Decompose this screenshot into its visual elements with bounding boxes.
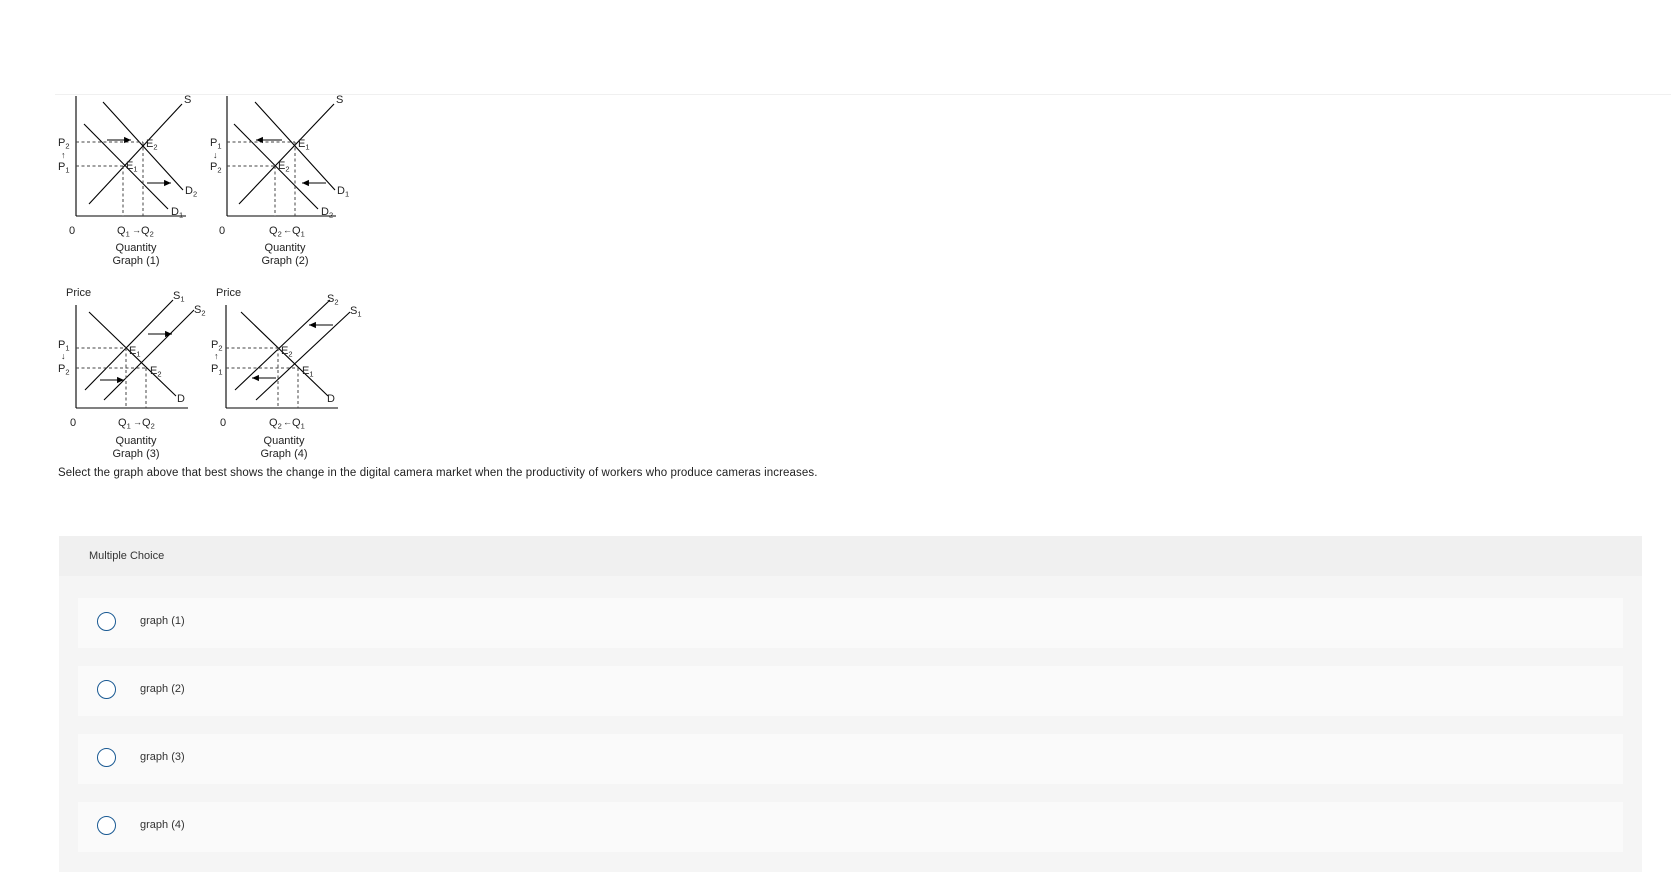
graph-4-eq-lower: E1 [302, 365, 314, 379]
graph-3-eq-lower: E2 [150, 365, 162, 379]
radio-button-icon[interactable] [97, 680, 116, 699]
graph-3: Price P1 ↓ P2 E1 E2 S1 S2 D 0 Q1 → Q2 Qu… [58, 287, 206, 460]
option-graph-4[interactable]: graph (4) [78, 802, 1623, 852]
graph-1-eq-upper: E2 [146, 138, 158, 152]
graph-1-eq-lower: E1 [126, 160, 138, 174]
graph-4-eq-upper: E2 [281, 345, 293, 359]
graph-3-caption: Graph (3) [112, 448, 159, 460]
graph-3-qty-right: Q2 [142, 417, 155, 431]
radio-button-icon[interactable] [97, 748, 116, 767]
option-label: graph (2) [140, 683, 185, 695]
radio-button-icon[interactable] [97, 612, 116, 631]
graph-1-price-high: P2 [58, 137, 70, 151]
supply-demand-figure: P2 ↑ P1 E2 E1 S D2 D1 0 Q1 → Q2 Quantity… [58, 94, 362, 460]
multiple-choice-title: Multiple Choice [89, 550, 165, 562]
graph-1-qty-arrow-glyph: → [132, 225, 141, 235]
graph-1-supply-line [88, 103, 183, 205]
radio-button-icon[interactable] [97, 816, 116, 835]
graph-3-supply-label-s2: S2 [194, 304, 206, 318]
graph-3-price-label: Price [66, 287, 91, 299]
graph-3-axis-label: Quantity [116, 435, 157, 447]
graph-2-eq-upper: E1 [298, 138, 310, 152]
graph-2-supply-label: S [336, 94, 343, 106]
graph-2-price-high: P1 [210, 137, 222, 151]
graph-2-axis-label: Quantity [265, 242, 306, 254]
option-graph-2[interactable]: graph (2) [78, 666, 1623, 716]
graph-4-supply-label-s2: S2 [327, 293, 339, 307]
graph-3-qty-left: Q1 [118, 417, 131, 431]
graph-4-demand-label: D [327, 393, 335, 405]
graph-2-caption: Graph (2) [261, 255, 308, 267]
option-label: graph (1) [140, 615, 185, 627]
graph-3-price-low: P2 [58, 363, 70, 377]
question-text: Select the graph above that best shows t… [58, 467, 818, 479]
graph-4-supply-label-s1: S1 [350, 305, 362, 319]
option-label: graph (3) [140, 751, 185, 763]
graph-4: Price P2 ↑ P1 E2 E1 S2 S1 D 0 Q2 ← Q1 Qu… [211, 287, 362, 460]
graph-3-origin: 0 [70, 417, 76, 429]
graph-2-price-low: P2 [210, 161, 222, 175]
graph-2-origin: 0 [219, 225, 225, 237]
graph-1-qty-right: Q2 [141, 225, 154, 239]
option-label: graph (4) [140, 819, 185, 831]
graph-1-supply-label: S [184, 94, 191, 106]
graph-3-demand-label: D [177, 393, 185, 405]
graph-4-price-arrow-glyph: ↑ [214, 351, 219, 361]
graph-2-demand-label-d2: D2 [321, 206, 333, 220]
graph-2-price-arrow-glyph: ↓ [213, 150, 218, 160]
graph-2: P1 ↓ P2 E1 E2 S D1 D2 0 Q2 ← Q1 Quantity… [210, 94, 349, 267]
option-graph-1[interactable]: graph (1) [78, 598, 1623, 648]
graph-3-price-arrow-glyph: ↓ [61, 351, 66, 361]
graph-1-price-low: P1 [58, 161, 70, 175]
graph-1-demand-label-d2: D2 [185, 185, 197, 199]
graph-2-qty-right: Q1 [292, 225, 305, 239]
graph-1-axis-label: Quantity [116, 242, 157, 254]
graph-4-caption: Graph (4) [260, 448, 307, 460]
graph-2-eq-lower: E2 [278, 160, 290, 174]
graph-3-supply-label-s1: S1 [173, 290, 185, 304]
graph-4-origin: 0 [220, 417, 226, 429]
graph-1-demand-label-d1: D1 [171, 206, 183, 220]
graph-3-qty-arrow-glyph: → [133, 417, 142, 427]
graph-3-supply-line-s2 [103, 309, 195, 401]
graph-4-qty-right: Q1 [292, 417, 305, 431]
option-graph-3[interactable]: graph (3) [78, 734, 1623, 784]
graph-4-qty-arrow-glyph: ← [283, 417, 292, 427]
graph-1-caption: Graph (1) [112, 255, 159, 267]
graph-4-price-label: Price [216, 287, 241, 299]
graph-3-eq-upper: E1 [129, 345, 141, 359]
multiple-choice-header: Multiple Choice [59, 536, 1642, 576]
graph-4-qty-left: Q2 [269, 417, 282, 431]
graph-1-price-arrow-glyph: ↑ [61, 150, 66, 160]
graph-1-qty-left: Q1 [117, 225, 130, 239]
graph-2-demand-label-d1: D1 [337, 185, 349, 199]
graph-1: P2 ↑ P1 E2 E1 S D2 D1 0 Q1 → Q2 Quantity… [58, 94, 197, 267]
graph-2-qty-left: Q2 [269, 225, 282, 239]
graph-1-origin: 0 [69, 225, 75, 237]
graph-2-supply-line [238, 103, 335, 205]
graph-2-qty-arrow-glyph: ← [283, 225, 292, 235]
graph-4-axis-label: Quantity [264, 435, 305, 447]
multiple-choice-panel: Multiple Choice graph (1) graph (2) grap… [59, 536, 1642, 872]
graph-4-price-low: P1 [211, 363, 223, 377]
